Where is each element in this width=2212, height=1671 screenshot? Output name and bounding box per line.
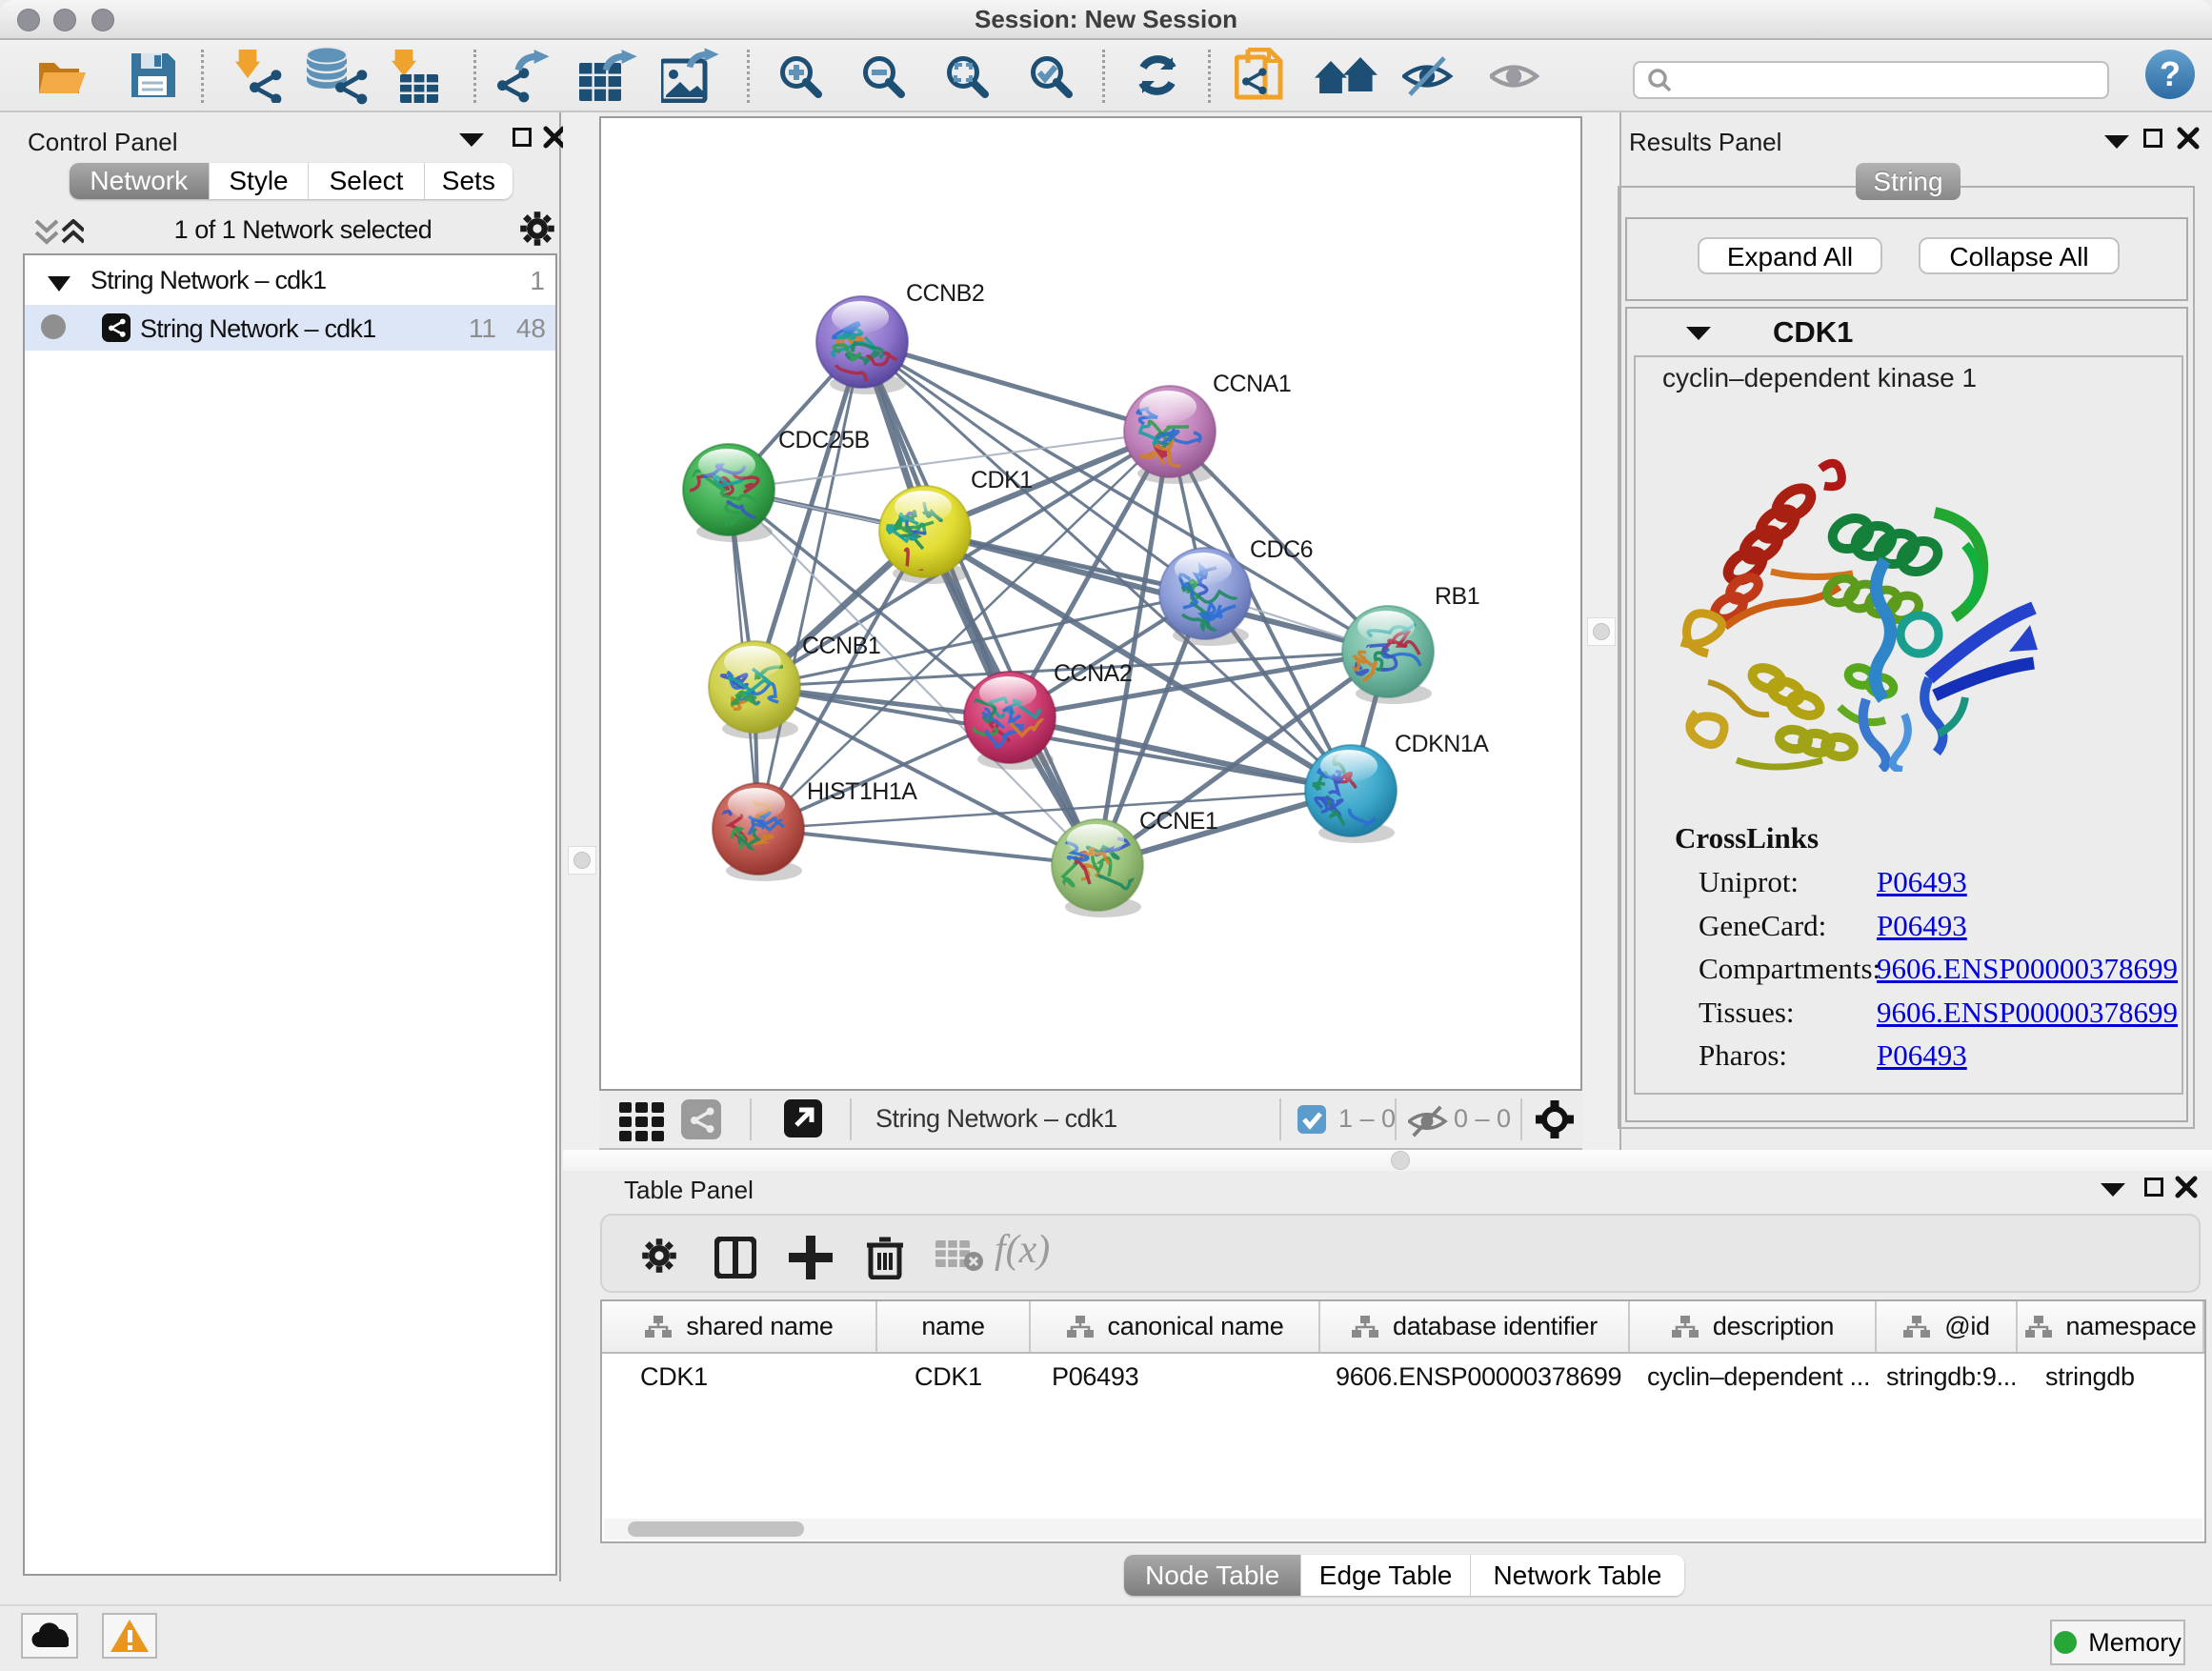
svg-text:CCNA2: CCNA2 [1054,660,1132,687]
svg-text:CDC25B: CDC25B [778,427,870,453]
svg-text:CDC6: CDC6 [1250,536,1313,563]
svg-text:CCNB2: CCNB2 [906,280,984,307]
svg-text:HIST1H1A: HIST1H1A [807,778,917,805]
svg-text:RB1: RB1 [1435,583,1479,610]
svg-text:CCNA1: CCNA1 [1213,371,1291,397]
svg-text:CCNB1: CCNB1 [802,633,880,659]
svg-text:CDKN1A: CDKN1A [1395,731,1489,757]
svg-text:CCNE1: CCNE1 [1139,808,1217,835]
svg-text:CDK1: CDK1 [971,467,1033,493]
